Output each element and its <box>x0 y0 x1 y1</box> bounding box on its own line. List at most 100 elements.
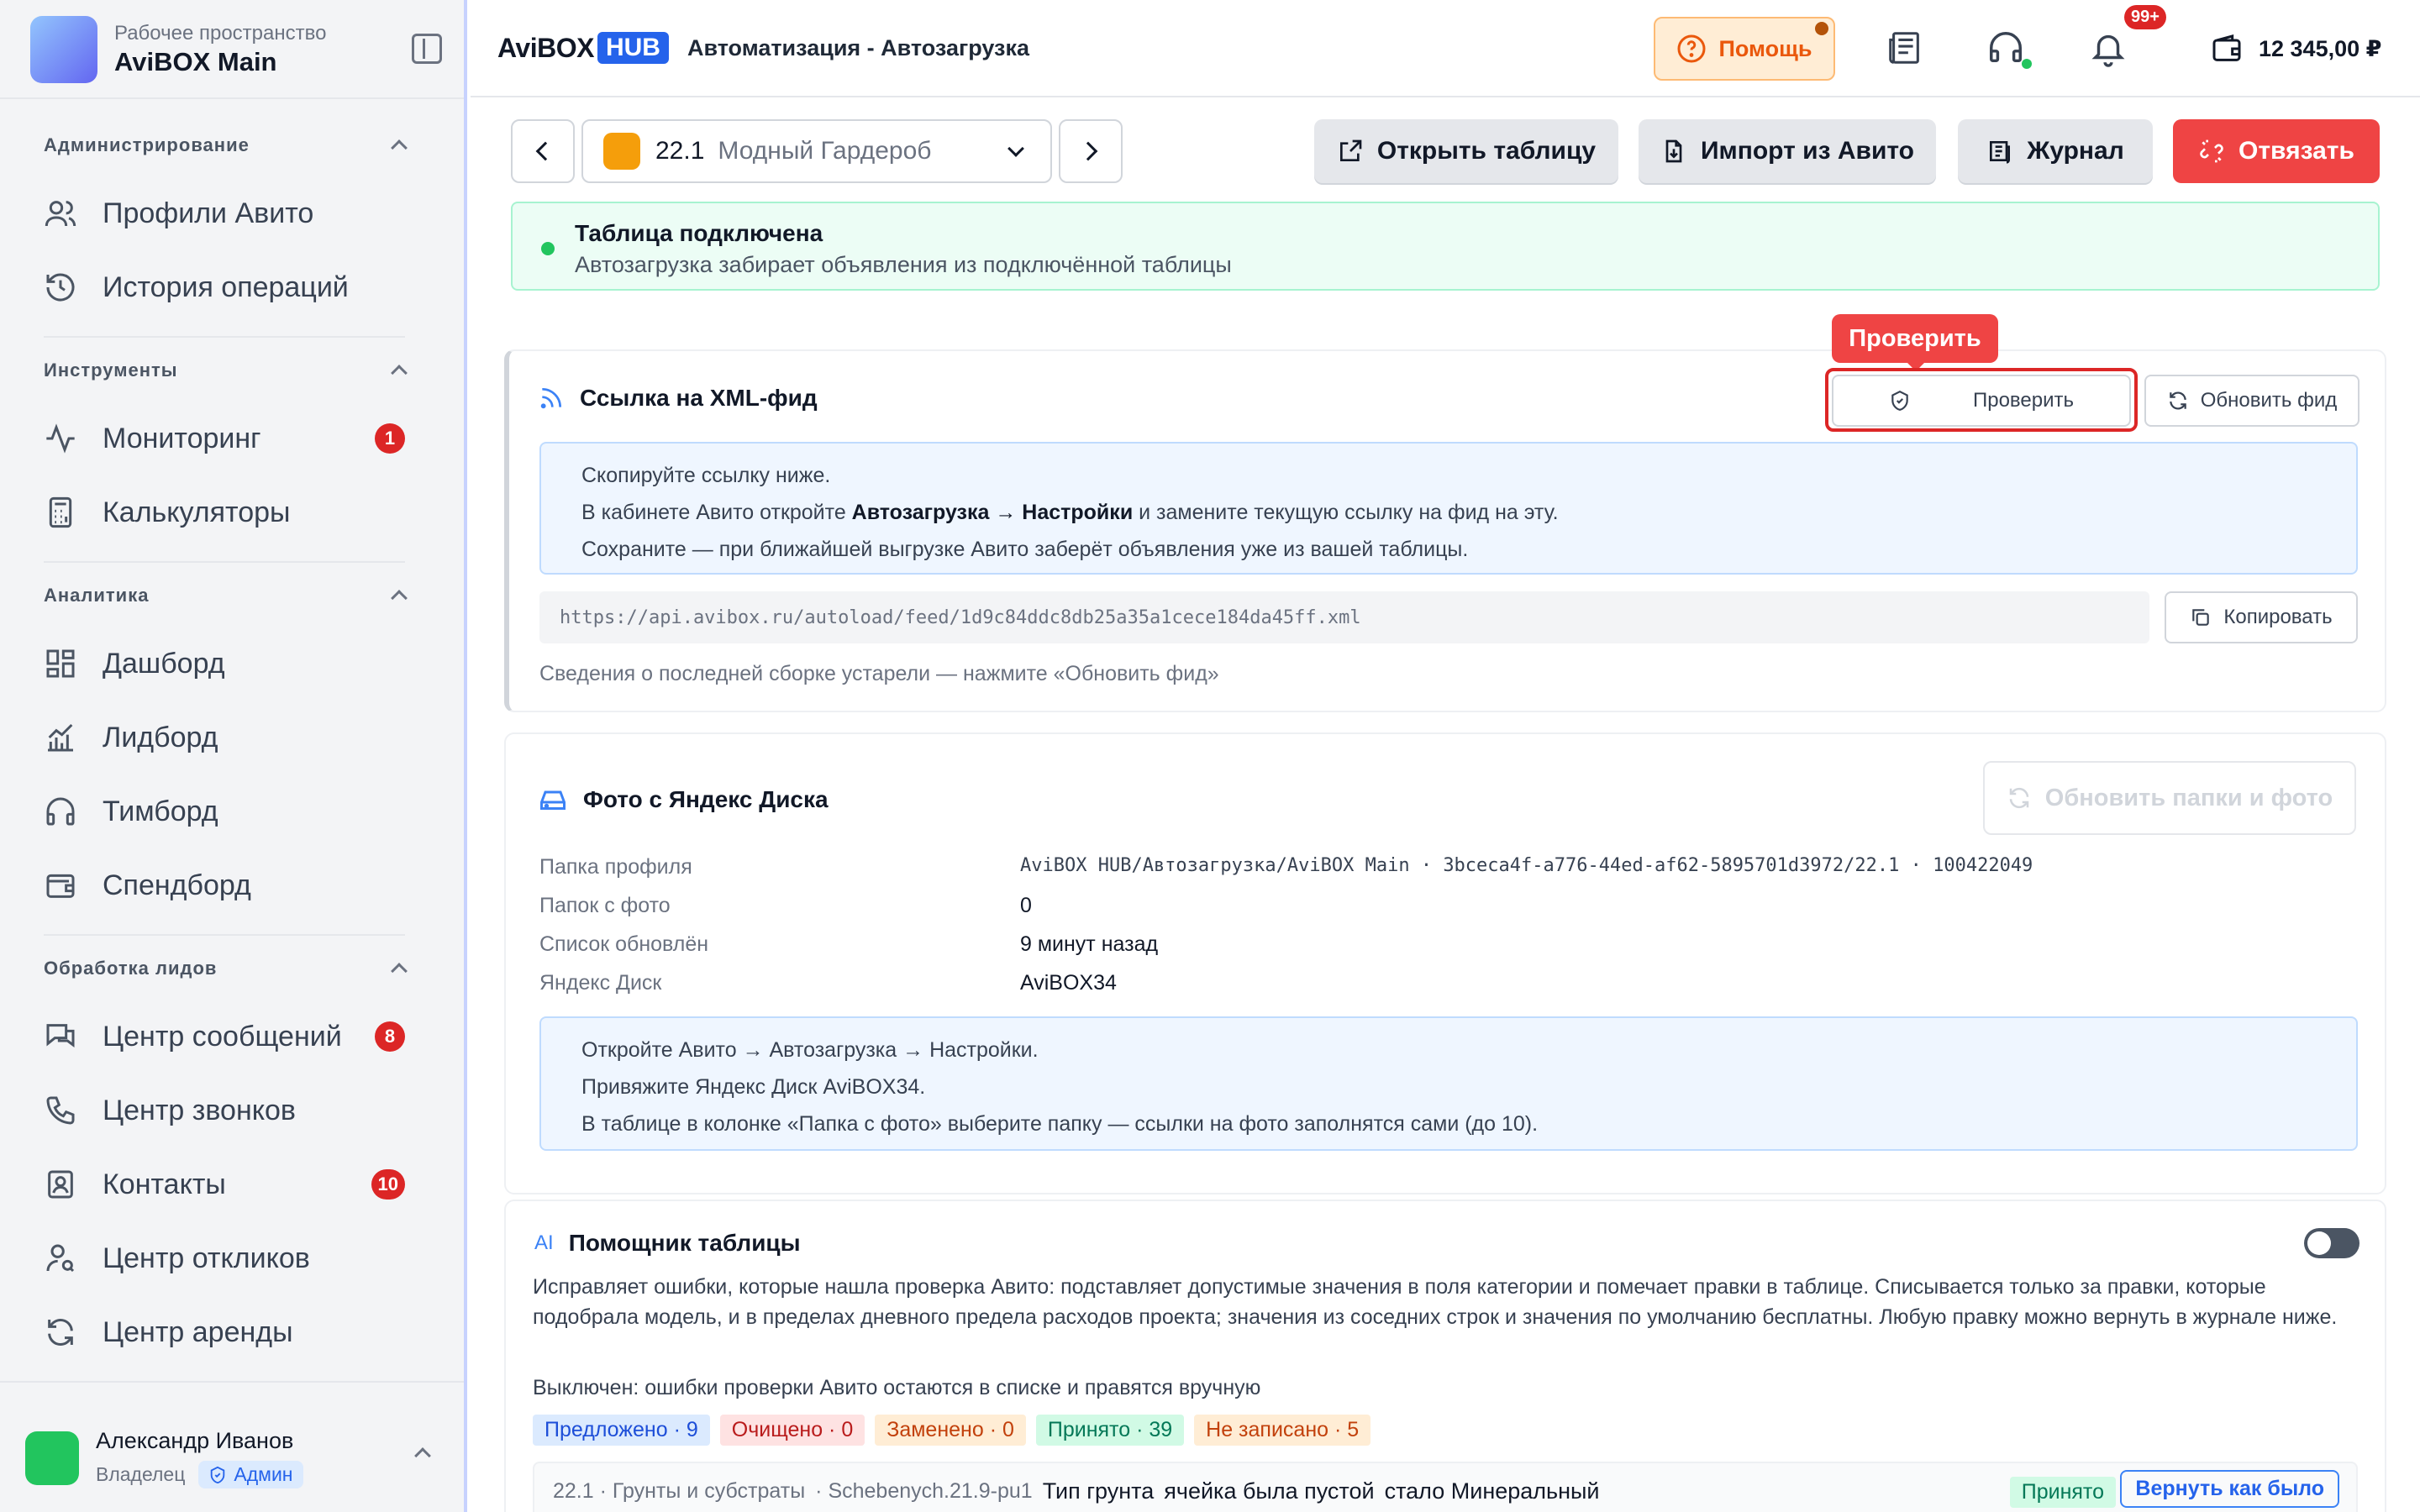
question-icon <box>1677 34 1706 63</box>
sidebar-item-label: Калькуляторы <box>103 496 291 528</box>
chevron-up-icon <box>391 590 408 606</box>
balance-button[interactable]: 12 345,00 ₽ <box>2210 32 2381 66</box>
unlink-button[interactable]: Отвязать <box>2173 119 2380 183</box>
sidebar-item-contacts[interactable]: Контакты 10 <box>44 1159 405 1210</box>
news-icon[interactable] <box>1886 29 1924 67</box>
sidebar-item-messages[interactable]: Центр сообщений 8 <box>44 1011 405 1062</box>
chevron-down-icon <box>1007 140 1024 157</box>
sidebar-item-calculators[interactable]: Калькуляторы <box>44 487 405 538</box>
sidebar-item-history[interactable]: История операций <box>44 262 405 312</box>
sidebar-item-label: Мониторинг <box>103 422 261 454</box>
activity-icon <box>44 422 77 455</box>
open-table-button[interactable]: Открыть таблицу <box>1314 119 1618 183</box>
stat-pill-replaced[interactable]: Заменено · 0 <box>875 1415 1026 1446</box>
kv-value: AviBOX HUB/Автозагрузка/AviBOX Main · 3b… <box>1020 855 2033 876</box>
user-menu[interactable]: Александр Иванов Владелец Админ <box>25 1425 445 1492</box>
count-badge: 8 <box>375 1021 405 1052</box>
next-table-button[interactable] <box>1059 119 1123 183</box>
stat-pill-suggested[interactable]: Предложено · 9 <box>533 1415 710 1446</box>
chevron-left-icon <box>535 141 555 161</box>
help-button[interactable]: Помощь <box>1654 17 1835 81</box>
section-admin-header[interactable]: Администрирование <box>44 134 408 156</box>
sidebar-item-dashboard[interactable]: Дашборд <box>44 638 405 689</box>
refresh-icon <box>44 1315 77 1349</box>
feed-instructions: Скопируйте ссылку ниже. В кабинете Авито… <box>539 442 2358 575</box>
stat-pill-not-written[interactable]: Не записано · 5 <box>1194 1415 1371 1446</box>
open-table-label: Открыть таблицу <box>1376 137 1597 165</box>
help-label: Помощь <box>1718 35 1812 61</box>
table-name: Модный Гардероб <box>718 137 932 165</box>
sidebar-item-label: Центр звонков <box>103 1094 296 1126</box>
instruction-line: Сохраните — при ближайшей выгрузке Авито… <box>581 538 1469 561</box>
sidebar-item-rent[interactable]: Центр аренды <box>44 1307 405 1357</box>
sidebar-collapse-icon[interactable] <box>412 34 442 64</box>
prev-table-button[interactable] <box>511 119 575 183</box>
sidebar-item-label: Центр аренды <box>103 1315 293 1348</box>
revert-button[interactable]: Вернуть как было <box>2120 1470 2339 1508</box>
divider <box>0 97 464 99</box>
sidebar-item-leadboard[interactable]: Лидборд <box>44 712 405 763</box>
headphones-icon[interactable] <box>1986 29 2025 67</box>
refresh-feed-button[interactable]: Обновить фид <box>2144 375 2360 427</box>
section-analytics-header[interactable]: Аналитика <box>44 585 408 606</box>
hard-drive-icon <box>540 790 566 810</box>
sidebar-item-label: Центр откликов <box>103 1242 310 1274</box>
chevron-right-icon <box>1078 141 1098 161</box>
chevron-up-icon <box>414 1447 431 1464</box>
feed-url-field[interactable]: https://api.avibox.ru/autoload/feed/1d9c… <box>539 591 2149 643</box>
unlink-icon <box>2200 139 2223 163</box>
kv-row: Папка профиля AviBOX HUB/Автозагрузка/Av… <box>539 855 2033 879</box>
sidebar-item-label: Тимборд <box>103 795 218 827</box>
section-leads-header[interactable]: Обработка лидов <box>44 958 408 979</box>
workspace-logo <box>30 16 97 83</box>
photos-instructions: Откройте Авито → Автозагрузка → Настройк… <box>539 1016 2358 1151</box>
kv-row: Яндекс Диск AviBOX34 <box>539 971 1117 995</box>
card-title-label: Помощник таблицы <box>568 1230 801 1256</box>
kv-row: Папок с фото 0 <box>539 894 1032 918</box>
feed-url: https://api.avibox.ru/autoload/feed/1d9c… <box>560 606 1361 628</box>
sidebar-item-monitoring[interactable]: Мониторинг 1 <box>44 413 405 464</box>
kv-value: 0 <box>1020 894 1032 917</box>
table-select[interactable]: 22.1 Модный Гардероб <box>581 119 1052 183</box>
divider <box>0 1381 464 1383</box>
workspace-switcher[interactable]: Рабочее пространство AviBOX Main <box>30 15 442 84</box>
refresh-feed-label: Обновить фид <box>2200 389 2338 412</box>
divider <box>44 561 405 563</box>
import-button[interactable]: Импорт из Авито <box>1639 119 1936 183</box>
instruction-line: Скопируйте ссылку ниже. <box>581 464 831 487</box>
sidebar-item-avito-profiles[interactable]: Профили Авито <box>44 188 405 239</box>
stat-pill-accepted[interactable]: Принято · 39 <box>1035 1415 1185 1446</box>
table-color-icon <box>603 133 640 170</box>
copy-button[interactable]: Копировать <box>2165 591 2358 643</box>
workspace-subtitle: Рабочее пространство <box>114 22 327 45</box>
row-sku: · Schebenych.21.9-pu1 <box>815 1478 1033 1503</box>
feed-note: Сведения о последней сборке устарели — н… <box>539 662 1219 685</box>
workspace-name: AviBOX Main <box>114 47 277 76</box>
sidebar-item-label: Дашборд <box>103 647 225 680</box>
ai-toggle[interactable] <box>2304 1228 2360 1258</box>
file-import-icon <box>1665 139 1682 163</box>
online-status-dot <box>2022 59 2032 69</box>
sidebar-item-teamboard[interactable]: Тимборд <box>44 786 405 837</box>
ai-status: Выключен: ошибки проверки Авито остаются… <box>533 1376 1261 1399</box>
row-now: стало Минеральный <box>1384 1478 1600 1504</box>
xml-feed-title: Ссылка на XML-фид <box>538 385 818 412</box>
check-tooltip: Проверить <box>1832 314 1998 371</box>
sidebar-item-responses[interactable]: Центр откликов <box>44 1233 405 1284</box>
journal-button[interactable]: Журнал <box>1958 119 2153 183</box>
kv-value: 9 минут назад <box>1020 932 1159 956</box>
sidebar: Рабочее пространство AviBOX Main Админис… <box>0 0 467 1512</box>
sidebar-item-calls[interactable]: Центр звонков <box>44 1085 405 1136</box>
ai-stats: Предложено · 9 Очищено · 0 Заменено · 0 … <box>533 1415 1371 1446</box>
brand-logo[interactable]: AviBOX HUB Автоматизация - Автозагрузка <box>497 32 1029 64</box>
section-tools-header[interactable]: Инструменты <box>44 360 408 381</box>
count-badge: 10 <box>371 1169 405 1200</box>
section-title: Обработка лидов <box>44 958 218 979</box>
sidebar-item-label: Профили Авито <box>103 197 314 229</box>
instruction-line: Привяжите Яндекс Диск AviBOX34. <box>581 1075 926 1099</box>
stat-pill-cleared[interactable]: Очищено · 0 <box>719 1415 865 1446</box>
refresh-folders-button[interactable]: Обновить папки и фото <box>1983 761 2356 835</box>
bell-icon[interactable] <box>2089 29 2128 67</box>
sidebar-item-spendboard[interactable]: Спендборд <box>44 860 405 911</box>
row-field: Тип грунта <box>1042 1478 1155 1504</box>
